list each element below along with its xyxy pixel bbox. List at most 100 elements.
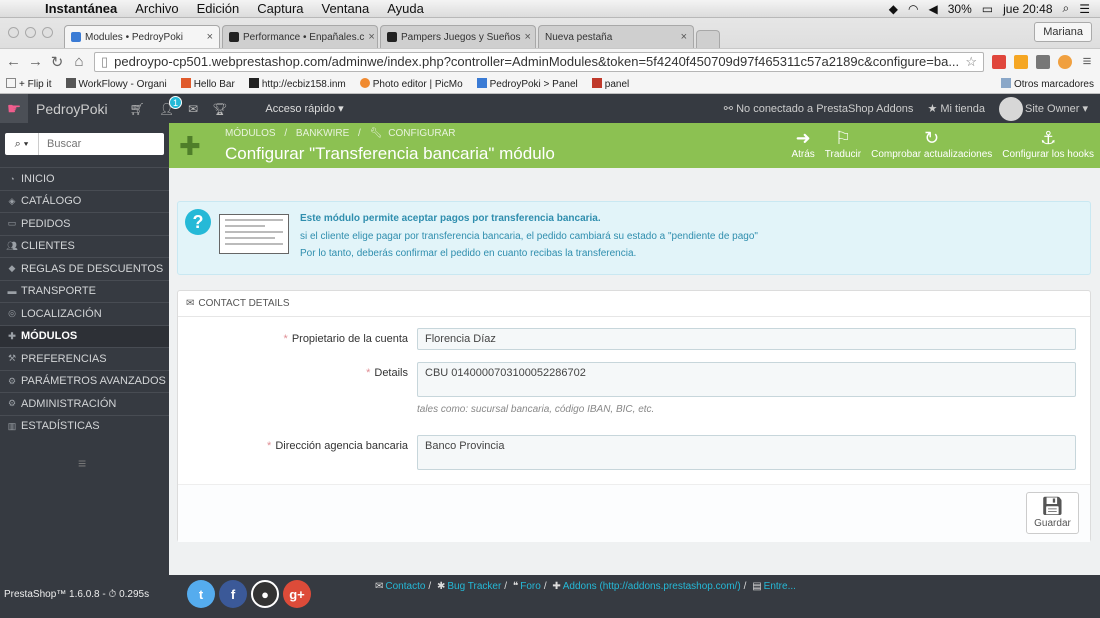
address-textarea[interactable]: Banco Provincia xyxy=(417,435,1076,470)
bookmark-panel[interactable]: panel xyxy=(591,77,629,90)
bookmark-other[interactable]: Otros marcadores xyxy=(1000,77,1094,90)
bookmark-picmonkey[interactable]: Photo editor | PicMo xyxy=(359,77,463,90)
collapse-menu-icon[interactable]: ≡ xyxy=(78,455,86,471)
mac-app-name[interactable]: Instantánea xyxy=(36,0,126,18)
sidebar-item-modulos[interactable]: ✚ MÓDULOS xyxy=(0,324,169,347)
mac-menu-captura[interactable]: Captura xyxy=(248,0,312,18)
bookmark-pedroypoki-panel[interactable]: PedroyPoki > Panel xyxy=(476,77,578,90)
sidebar-item-parametros-avanzados[interactable]: ⚙ PARÁMETROS AVANZADOS xyxy=(0,369,169,393)
main-content: ? Este módulo permite aceptar pagos por … xyxy=(169,168,1100,575)
sidebar-item-catalogo[interactable]: ◈ CATÁLOGO xyxy=(0,189,169,213)
sidebar-item-inicio[interactable]: ◔ INICIO xyxy=(0,167,169,190)
spotlight-icon[interactable]: ⌕ xyxy=(1063,1,1070,16)
ticket-icon: ◆ xyxy=(8,263,16,274)
messages-icon[interactable]: ✉ xyxy=(188,102,198,116)
reload-icon[interactable]: ↻ xyxy=(50,53,64,71)
close-tab-icon[interactable]: × xyxy=(368,31,374,43)
customers-icon[interactable]: 👤︎ 1 xyxy=(159,95,183,116)
info-line-3: Por lo tanto, deberás confirmar el pedid… xyxy=(300,248,637,259)
battery-percent[interactable]: 30% xyxy=(948,2,972,16)
browser-tab-performance[interactable]: Performance • Enpañales.c × xyxy=(222,25,378,48)
close-tab-icon[interactable]: × xyxy=(207,31,213,43)
mac-menu-edicion[interactable]: Edición xyxy=(188,0,249,18)
browser-tab-modules[interactable]: Modules • PedroyPoki × xyxy=(64,25,220,48)
user-menu[interactable]: Site Owner ▾ xyxy=(999,96,1088,121)
profile-button[interactable]: Mariana xyxy=(1034,22,1092,42)
cart-icon[interactable]: 🛒︎ xyxy=(130,102,145,116)
prestashop-logo-icon[interactable]: ☛ xyxy=(0,94,28,123)
trophy-icon[interactable]: 🏆︎ xyxy=(212,102,227,116)
back-arrow-icon[interactable]: ← xyxy=(6,53,21,70)
github-icon[interactable]: ● xyxy=(251,580,279,608)
bookmark-star-icon[interactable]: ☆ xyxy=(965,54,977,70)
close-window-button[interactable] xyxy=(8,27,19,38)
my-shop-link[interactable]: ★ Mi tienda xyxy=(927,102,985,115)
bookmark-workflowy[interactable]: WorkFlowy - Organi xyxy=(65,77,167,90)
owner-field[interactable]: Florencia Díaz xyxy=(417,328,1076,350)
breadcrumb-bankwire[interactable]: BANKWIRE xyxy=(296,128,349,139)
info-line-1: Este módulo permite aceptar pagos por tr… xyxy=(300,213,601,224)
notification-list-icon[interactable]: ☰ xyxy=(1079,2,1090,16)
flipboard-extension-icon[interactable] xyxy=(992,54,1006,69)
site-favicon-icon xyxy=(387,32,397,42)
sidebar-item-preferencias[interactable]: ⚒ PREFERENCIAS xyxy=(0,347,169,370)
site-icon xyxy=(248,77,259,88)
sidebar-item-administracion[interactable]: ⚙ ADMINISTRACIÓN xyxy=(0,392,169,415)
google-plus-icon[interactable]: g+ xyxy=(283,580,311,608)
plus-extension-icon[interactable] xyxy=(1014,54,1028,69)
translate-button[interactable]: ⚐ Traducir xyxy=(825,127,861,160)
new-tab-button[interactable] xyxy=(696,30,720,48)
sidebar-item-pedidos[interactable]: ▭ PEDIDOS xyxy=(0,212,169,235)
browser-tab-new[interactable]: Nueva pestaña × xyxy=(538,25,694,48)
chrome-menu-icon[interactable]: ≡ xyxy=(1080,53,1094,70)
back-button[interactable]: ➜ Atrás xyxy=(791,127,814,160)
dropbox-icon[interactable]: ◆ xyxy=(889,2,898,16)
addons-status[interactable]: ⚯ No conectado a PrestaShop Addons xyxy=(724,102,914,115)
close-tab-icon[interactable]: × xyxy=(681,31,687,43)
mac-menu-ventana[interactable]: Ventana xyxy=(313,0,379,18)
bookmark-flip-it[interactable]: + Flip it xyxy=(6,77,52,90)
bug-tracker-link[interactable]: Bug Tracker xyxy=(447,581,501,592)
browser-tab-pampers[interactable]: Pampers Juegos y Sueños × xyxy=(380,25,536,48)
search-scope-dropdown[interactable]: ⌕ ▾ xyxy=(5,133,39,155)
address-bar[interactable]: ▯ pedroypo-cp501.webprestashop.com/admin… xyxy=(94,51,984,72)
close-tab-icon[interactable]: × xyxy=(525,31,531,43)
sidebar-item-transporte[interactable]: ▬ TRANSPORTE xyxy=(0,279,169,303)
puzzle-icon: ✚ xyxy=(552,581,561,592)
mac-menu-ayuda[interactable]: Ayuda xyxy=(378,0,433,18)
twitter-icon[interactable]: t xyxy=(187,580,215,608)
mac-menu-archivo[interactable]: Archivo xyxy=(126,0,187,18)
details-textarea[interactable]: CBU 0140000703100052286702 xyxy=(417,362,1076,397)
contact-link[interactable]: Contacto xyxy=(385,581,425,592)
check-updates-button[interactable]: ↻ Comprobar actualizaciones xyxy=(871,127,992,160)
training-link[interactable]: Entre... xyxy=(764,581,796,592)
wifi-icon[interactable]: ◠ xyxy=(908,2,918,16)
picmonkey-icon xyxy=(359,77,370,88)
home-icon[interactable]: ⌂ xyxy=(72,53,86,70)
bookmark-hello-bar[interactable]: Hello Bar xyxy=(180,77,235,90)
page-icon xyxy=(6,77,16,88)
minimize-window-button[interactable] xyxy=(25,27,36,38)
volume-icon[interactable]: ◀ xyxy=(929,2,938,16)
search-input[interactable] xyxy=(39,134,159,154)
addons-link[interactable]: Addons (http://addons.prestashop.com/) xyxy=(563,581,741,592)
bookmark-ecbiz[interactable]: http://ecbiz158.inm xyxy=(248,77,346,90)
sidebar-item-estadisticas[interactable]: ▥ ESTADÍSTICAS xyxy=(0,414,169,438)
shop-name[interactable]: PedroyPoki xyxy=(36,101,108,117)
forward-arrow-icon[interactable]: → xyxy=(28,53,43,70)
breadcrumb-separator: / xyxy=(358,128,361,139)
handshake-extension-icon[interactable] xyxy=(1058,54,1072,69)
quick-access-dropdown[interactable]: Acceso rápido ▾ xyxy=(265,102,343,115)
sidebar-item-localizacion[interactable]: ◎ LOCALIZACIÓN xyxy=(0,302,169,325)
save-button[interactable]: 💾︎ Guardar xyxy=(1026,492,1079,534)
clock[interactable]: jue 20:48 xyxy=(1003,2,1052,16)
facebook-icon[interactable]: f xyxy=(219,580,247,608)
bug-icon: ✱ xyxy=(436,581,446,592)
forum-link[interactable]: Foro xyxy=(520,581,541,592)
breadcrumb-modules[interactable]: MÓDULOS xyxy=(225,128,276,139)
sidebar-item-reglas-de-descuentos[interactable]: ◆ REGLAS DE DESCUENTOS xyxy=(0,257,169,280)
tools-extension-icon[interactable] xyxy=(1036,54,1050,69)
configure-hooks-button[interactable]: ⚓︎ Configurar los hooks xyxy=(1002,127,1094,160)
sidebar-item-clientes[interactable]: 👥︎ CLIENTES xyxy=(0,234,169,258)
maximize-window-button[interactable] xyxy=(42,27,53,38)
